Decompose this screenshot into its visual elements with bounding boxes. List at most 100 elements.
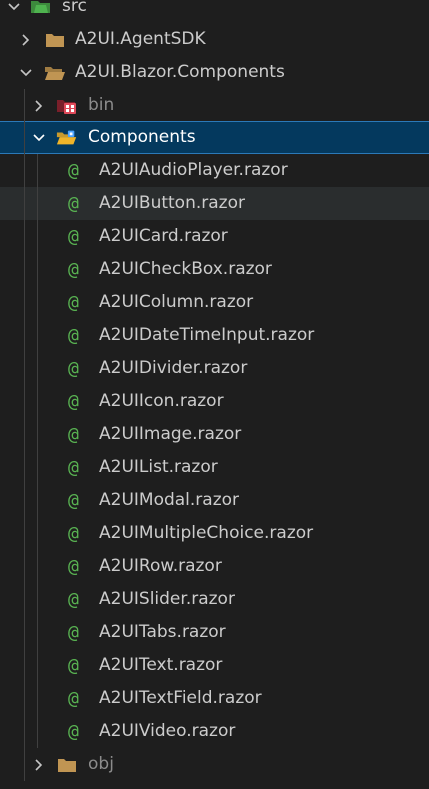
razor-file-icon: @	[68, 721, 79, 742]
tree-row-agentsdk[interactable]: A2UI.AgentSDK	[0, 23, 429, 56]
file-label: A2UIDivider.razor	[99, 358, 248, 378]
file-label: A2UIModal.razor	[99, 490, 240, 510]
indent-guide	[24, 220, 25, 253]
tree-row-blazor-components[interactable]: A2UI.Blazor.Components	[0, 56, 429, 89]
indent-guide	[24, 748, 25, 781]
indent-guide	[37, 385, 38, 418]
file-row[interactable]: @ A2UIVideo.razor	[0, 715, 429, 748]
indent-guide	[24, 253, 25, 286]
file-row[interactable]: @ A2UIImage.razor	[0, 418, 429, 451]
indent-guide	[24, 517, 25, 550]
indent-guide	[37, 484, 38, 517]
indent-guide	[37, 418, 38, 451]
razor-file-icon: @	[68, 655, 79, 676]
src-folder-icon	[30, 0, 52, 23]
tree-row-obj[interactable]: obj	[0, 748, 429, 781]
razor-file-icon: @	[68, 688, 79, 709]
file-label: A2UIImage.razor	[99, 424, 242, 444]
razor-file-icon: @	[68, 490, 79, 511]
indent-guide	[24, 682, 25, 715]
chevron-down-icon[interactable]	[31, 121, 47, 154]
razor-file-icon: @	[68, 325, 79, 346]
file-label: A2UIAudioPlayer.razor	[99, 160, 288, 180]
indent-guide	[37, 451, 38, 484]
file-row[interactable]: @ A2UIButton.razor	[0, 187, 429, 220]
tree-row-components[interactable]: Components	[0, 121, 429, 154]
file-row[interactable]: @ A2UIAudioPlayer.razor	[0, 154, 429, 187]
chevron-right-icon[interactable]	[18, 23, 34, 56]
folder-icon	[44, 23, 66, 56]
file-label: A2UIText.razor	[99, 655, 223, 675]
components-folder-open-icon	[56, 121, 78, 154]
indent-guide	[24, 319, 25, 352]
indent-guide	[37, 550, 38, 583]
file-label: A2UIRow.razor	[99, 556, 222, 576]
indent-guide	[24, 550, 25, 583]
file-row[interactable]: @ A2UISlider.razor	[0, 583, 429, 616]
chevron-right-icon[interactable]	[31, 89, 47, 122]
indent-guide	[37, 583, 38, 616]
indent-guide	[24, 121, 25, 154]
indent-guide	[24, 484, 25, 517]
chevron-right-icon[interactable]	[31, 748, 47, 781]
razor-file-icon: @	[68, 589, 79, 610]
tree-row-src[interactable]: src	[0, 0, 429, 23]
file-row[interactable]: @ A2UICard.razor	[0, 220, 429, 253]
razor-file-icon: @	[68, 424, 79, 445]
file-row[interactable]: @ A2UICheckBox.razor	[0, 253, 429, 286]
file-label: A2UITabs.razor	[99, 622, 226, 642]
razor-file-icon: @	[68, 259, 79, 280]
file-label: A2UIList.razor	[99, 457, 218, 477]
indent-guide	[37, 352, 38, 385]
file-row[interactable]: @ A2UITextField.razor	[0, 682, 429, 715]
indent-guide	[24, 352, 25, 385]
razor-file-icon: @	[68, 358, 79, 379]
razor-file-icon: @	[68, 556, 79, 577]
file-label: A2UIVideo.razor	[99, 721, 236, 741]
indent-guide	[24, 89, 25, 122]
indent-guide	[37, 286, 38, 319]
file-row[interactable]: @ A2UIText.razor	[0, 649, 429, 682]
file-explorer-tree: src A2UI.AgentSDK A2UI.Blazor.Components	[0, 0, 429, 789]
indent-guide	[37, 715, 38, 748]
indent-guide	[37, 220, 38, 253]
file-label: A2UIMultipleChoice.razor	[99, 523, 314, 543]
razor-file-icon: @	[68, 523, 79, 544]
chevron-down-icon[interactable]	[18, 56, 34, 89]
indent-guide	[24, 649, 25, 682]
file-row[interactable]: @ A2UIRow.razor	[0, 550, 429, 583]
indent-guide	[24, 154, 25, 187]
indent-guide	[24, 385, 25, 418]
razor-file-icon: @	[68, 292, 79, 313]
tree-label-blazor-components: A2UI.Blazor.Components	[75, 62, 285, 82]
indent-guide	[37, 187, 38, 220]
file-label: A2UIIcon.razor	[99, 391, 224, 411]
file-row[interactable]: @ A2UIColumn.razor	[0, 286, 429, 319]
razor-file-icon: @	[68, 622, 79, 643]
file-row[interactable]: @ A2UIDivider.razor	[0, 352, 429, 385]
razor-file-icon: @	[68, 160, 79, 181]
indent-guide	[24, 286, 25, 319]
indent-guide	[37, 154, 38, 187]
indent-guide	[37, 517, 38, 550]
tree-label-components: Components	[88, 127, 196, 147]
tree-label-src: src	[62, 0, 87, 16]
tree-label-obj: obj	[88, 754, 114, 774]
tree-row-bin[interactable]: bin	[0, 89, 429, 122]
file-row[interactable]: @ A2UIIcon.razor	[0, 385, 429, 418]
folder-open-icon	[44, 56, 66, 89]
file-row[interactable]: @ A2UITabs.razor	[0, 616, 429, 649]
indent-guide	[24, 616, 25, 649]
file-row[interactable]: @ A2UIMultipleChoice.razor	[0, 517, 429, 550]
file-row[interactable]: @ A2UIList.razor	[0, 451, 429, 484]
indent-guide	[24, 715, 25, 748]
razor-file-icon: @	[68, 457, 79, 478]
file-label: A2UICheckBox.razor	[99, 259, 272, 279]
indent-guide	[24, 451, 25, 484]
indent-guide	[24, 583, 25, 616]
file-row[interactable]: @ A2UIDateTimeInput.razor	[0, 319, 429, 352]
chevron-down-icon[interactable]	[6, 0, 22, 23]
file-label: A2UISlider.razor	[99, 589, 235, 609]
file-label: A2UIDateTimeInput.razor	[99, 325, 315, 345]
file-row[interactable]: @ A2UIModal.razor	[0, 484, 429, 517]
